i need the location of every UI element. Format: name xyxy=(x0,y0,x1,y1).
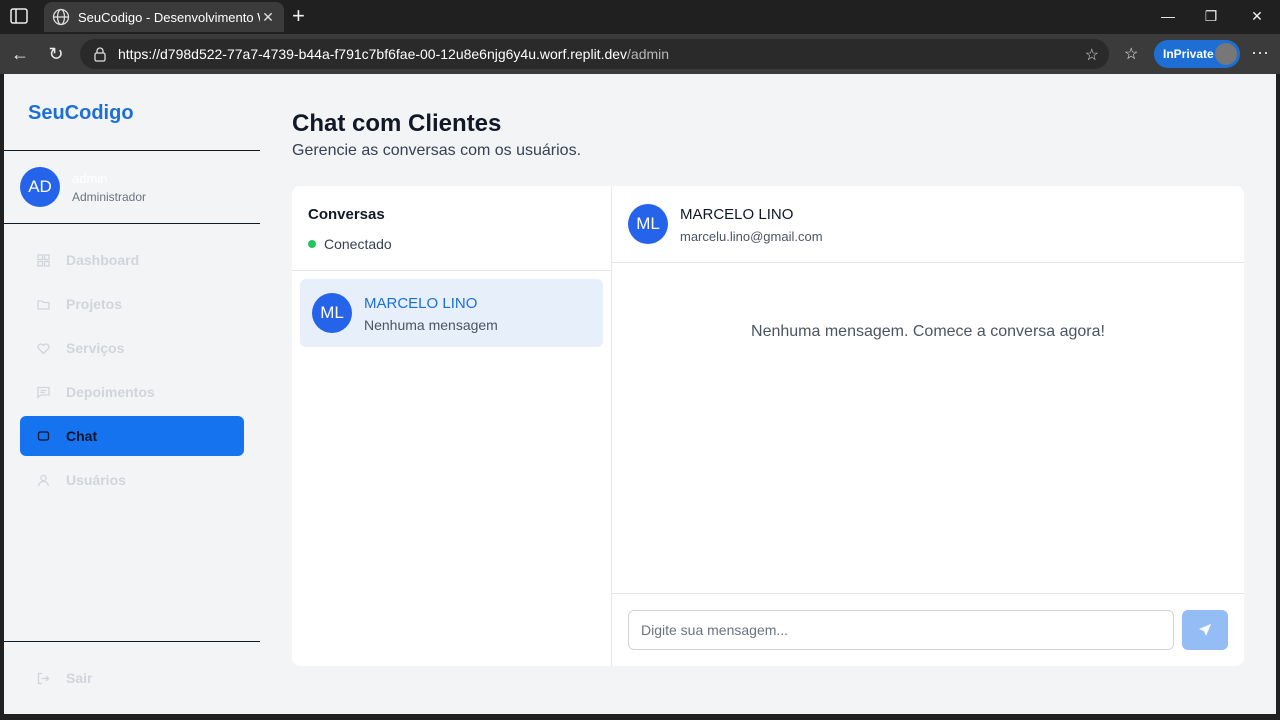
status-label: Conectado xyxy=(324,236,392,252)
dashboard-icon xyxy=(37,253,50,267)
empty-state-message: Nenhuma mensagem. Comece a conversa agor… xyxy=(751,323,1105,340)
chat-card: Conversas Conectado ML MARCELO LINO Nenh… xyxy=(292,186,1244,666)
sidebar-item-label: Usuários xyxy=(66,472,126,488)
admin-page: SeuCodigo AD admin Administrador Dashboa… xyxy=(4,74,1276,714)
sidebar-item-servicos[interactable]: Serviços xyxy=(20,328,244,368)
send-button[interactable] xyxy=(1182,610,1228,650)
message-composer xyxy=(612,593,1244,666)
chat-icon xyxy=(37,430,50,441)
sidebar-item-label: Dashboard xyxy=(66,252,140,268)
favorites-icon[interactable]: ☆ xyxy=(1124,44,1138,64)
sidebar-item-dashboard[interactable]: Dashboard xyxy=(20,240,244,280)
conversation-name: MARCELO LINO xyxy=(364,295,478,312)
sidebar-item-chat[interactable]: Chat xyxy=(20,416,244,456)
message-input[interactable] xyxy=(628,610,1174,650)
sidebar: SeuCodigo AD admin Administrador Dashboa… xyxy=(4,74,260,714)
close-window-icon[interactable]: ✕ xyxy=(1247,8,1267,25)
conversations-title: Conversas xyxy=(308,206,385,223)
restore-icon[interactable]: ❐ xyxy=(1201,8,1221,25)
profile-avatar xyxy=(1215,43,1237,65)
page-title: Chat com Clientes xyxy=(292,110,502,137)
sidebar-item-usuarios[interactable]: Usuários xyxy=(20,460,244,500)
message-square-icon xyxy=(37,386,50,399)
folder-icon xyxy=(37,299,50,310)
tab-title: SeuCodigo - Desenvolvimento W xyxy=(78,9,260,25)
logout-button[interactable]: Sair xyxy=(20,658,92,698)
divider xyxy=(4,150,260,151)
browser-toolbar: ← ↻ https://d798d522-77a7-4739-b44a-f791… xyxy=(0,34,1280,74)
contact-name: MARCELO LINO xyxy=(680,206,794,223)
avatar: AD xyxy=(20,167,60,207)
sidebar-item-label: Depoimentos xyxy=(66,384,155,400)
more-options-icon[interactable]: ··· xyxy=(1251,42,1269,63)
browser-titlebar: SeuCodigo - Desenvolvimento W ✕ + — ❐ ✕ xyxy=(0,0,1280,34)
contact-email: marcelu.lino@gmail.com xyxy=(680,229,823,244)
divider xyxy=(4,641,260,642)
user-name: admin xyxy=(72,171,108,186)
avatar: ML xyxy=(628,204,668,244)
sidebar-item-label: Chat xyxy=(66,428,98,444)
connection-status: Conectado xyxy=(308,236,392,252)
favorite-star-icon[interactable]: ☆ xyxy=(1085,45,1099,65)
sidebar-item-depoimentos[interactable]: Depoimentos xyxy=(20,372,244,412)
user-role: Administrador xyxy=(72,190,147,204)
brand-logo[interactable]: SeuCodigo xyxy=(28,102,134,125)
sidebar-item-label: Serviços xyxy=(66,340,125,356)
conversation-last-message: Nenhuma mensagem xyxy=(364,317,498,333)
back-icon[interactable]: ← xyxy=(10,44,30,64)
sidebar-item-label: Projetos xyxy=(66,296,123,312)
inprivate-badge[interactable]: InPrivate xyxy=(1154,40,1240,68)
close-tab-icon[interactable]: ✕ xyxy=(260,9,276,26)
logout-icon xyxy=(37,672,50,684)
sidebar-item-projetos[interactable]: Projetos xyxy=(20,284,244,324)
chat-panel: ML MARCELO LINO marcelu.lino@gmail.com N… xyxy=(612,186,1244,666)
inprivate-label: InPrivate xyxy=(1163,47,1214,61)
site-info-icon[interactable] xyxy=(92,46,108,62)
user-icon xyxy=(38,474,49,486)
logout-label: Sair xyxy=(66,670,93,686)
chat-header: ML MARCELO LINO marcelu.lino@gmail.com xyxy=(612,186,1244,263)
url-path: /admin xyxy=(627,46,670,62)
minimize-icon[interactable]: — xyxy=(1158,8,1178,24)
send-icon xyxy=(1199,624,1211,636)
new-tab-button[interactable]: + xyxy=(292,5,305,27)
avatar: ML xyxy=(312,293,352,333)
page-subtitle: Gerencie as conversas com os usuários. xyxy=(292,142,582,159)
reload-icon[interactable]: ↻ xyxy=(46,44,66,64)
address-bar[interactable]: https://d798d522-77a7-4739-b44a-f791c7bf… xyxy=(80,39,1109,69)
conversations-panel: Conversas Conectado ML MARCELO LINO Nenh… xyxy=(292,186,612,666)
conversation-item[interactable]: ML MARCELO LINO Nenhuma mensagem xyxy=(300,279,603,347)
tab-actions-icon[interactable] xyxy=(10,8,28,24)
heart-handshake-icon xyxy=(37,342,50,354)
url-host: https://d798d522-77a7-4739-b44a-f791c7bf… xyxy=(118,46,628,62)
divider xyxy=(4,223,260,224)
status-dot-icon xyxy=(308,240,316,248)
globe-icon xyxy=(52,8,70,26)
divider xyxy=(292,270,612,271)
browser-tab[interactable]: SeuCodigo - Desenvolvimento W ✕ xyxy=(44,2,284,32)
